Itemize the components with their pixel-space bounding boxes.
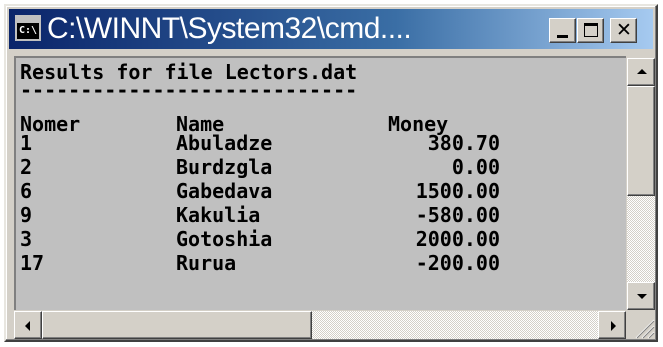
row-money: 0.00 [451,155,500,179]
row-name: Gotoshia [176,227,273,251]
minimize-button[interactable] [549,18,576,43]
row-name: Burdzgla [176,155,273,179]
minimize-icon [557,35,568,38]
console-output[interactable]: Results for file Lectors.dat -----------… [14,56,626,310]
row-nomer: 2 [20,155,33,179]
arrow-left-icon [25,321,30,331]
row-nomer: 1 [20,131,33,155]
arrow-down-icon [637,294,647,299]
row-nomer: 17 [20,251,45,275]
row-name: Rurua [176,251,237,275]
row-money: -580.00 [415,203,500,227]
cmd-console-icon[interactable]: C:\ [15,15,41,41]
resize-grip-graphic [635,319,655,339]
cmd-console-icon-text: C:\ [19,25,38,36]
row-money: 380.70 [427,131,500,155]
arrow-up-icon [637,69,647,74]
vertical-scrollbar[interactable] [627,58,655,310]
row-nomer: 9 [20,203,33,227]
row-name: Abuladze [176,131,273,155]
row-nomer: 3 [20,227,33,251]
title-bar[interactable]: C:\ C:\WINNT\System32\cmd.... ✕ [9,9,653,49]
window-title: C:\WINNT\System32\cmd.... [47,12,412,45]
scroll-left-button[interactable] [14,311,42,339]
scroll-right-button[interactable] [598,311,626,339]
vertical-scroll-thumb[interactable] [627,86,655,196]
arrow-right-icon [611,321,616,331]
close-button[interactable]: ✕ [610,18,637,43]
horizontal-scrollbar[interactable] [14,311,626,339]
separator-line: ---------------------------- [20,78,358,102]
scroll-up-button[interactable] [627,58,655,86]
scroll-down-button[interactable] [627,282,655,310]
row-money: 2000.00 [415,227,500,251]
maximize-button[interactable] [577,18,604,43]
row-nomer: 6 [20,179,33,203]
row-name: Kakulia [176,203,261,227]
maximize-icon [584,23,598,37]
row-name: Gabedava [176,179,273,203]
row-money: 1500.00 [415,179,500,203]
horizontal-scroll-thumb[interactable] [42,311,312,339]
resize-grip-icon[interactable] [627,311,655,339]
console-window: C:\ C:\WINNT\System32\cmd.... ✕ Results … [4,4,658,342]
close-icon: ✕ [616,19,632,41]
row-money: -200.00 [415,251,500,275]
